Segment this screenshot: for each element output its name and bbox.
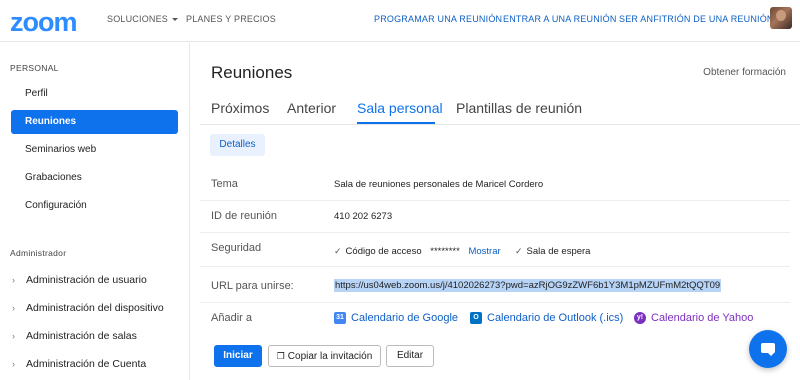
iniciar-button[interactable]: Iniciar — [214, 345, 262, 367]
mostrar-link[interactable]: Mostrar — [468, 246, 500, 257]
join-url-text[interactable]: https://us04web.zoom.us/j/4102026273?pwd… — [334, 279, 722, 292]
sidebar-item-admin-dispositivo[interactable]: › Administración del dispositivo — [12, 302, 164, 314]
yahoo-icon: y! — [634, 312, 646, 324]
top-navigation-bar: zoom SOLUCIONES PLANES Y PRECIOS PROGRAM… — [0, 0, 800, 42]
sidebar-item-seminarios-web[interactable]: Seminarios web — [11, 138, 178, 162]
sidebar-item-grabaciones[interactable]: Grabaciones — [11, 166, 178, 190]
outlook-icon: O — [470, 312, 482, 324]
obtener-formacion-link[interactable]: Obtener formación — [703, 67, 786, 78]
check-icon: ✓ — [515, 246, 523, 256]
detalles-button[interactable]: Detalles — [210, 134, 265, 156]
check-icon: ✓ — [334, 246, 342, 256]
sidebar-item-label: Administración de salas — [26, 330, 137, 342]
nav-planes-precios[interactable]: PLANES Y PRECIOS — [186, 14, 276, 24]
sidebar-item-label: Administración del dispositivo — [26, 302, 164, 314]
chevron-right-icon: › — [12, 303, 15, 313]
url-label: URL para unirse: — [211, 280, 294, 292]
topic-label: Tema — [211, 178, 238, 190]
passcode-value: ******** — [430, 246, 460, 257]
row-divider — [200, 200, 790, 201]
nav-ser-anfitrion-label: SER ANFITRIÓN DE UNA REUNIÓN — [619, 14, 774, 24]
row-divider — [200, 266, 790, 267]
google-calendar-icon: 31 — [334, 312, 346, 324]
security-passcode: ✓ Código de acceso ******** Mostrar — [334, 246, 501, 257]
outlook-calendar-link[interactable]: O Calendario de Outlook (.ics) — [470, 312, 623, 324]
meeting-id-label: ID de reunión — [211, 210, 278, 222]
sidebar-item-configuracion[interactable]: Configuración — [11, 194, 178, 218]
join-url[interactable]: https://us04web.zoom.us/j/4102026273?pwd… — [334, 279, 722, 292]
nav-soluciones-label: SOLUCIONES — [107, 14, 169, 24]
sidebar-item-reuniones[interactable]: Reuniones — [11, 110, 178, 134]
nav-entrar-reunion[interactable]: ENTRAR A UNA REUNIÓN — [503, 14, 617, 24]
nav-soluciones[interactable]: SOLUCIONES — [107, 14, 179, 24]
topic-value: Sala de reuniones personales de Maricel … — [334, 179, 544, 190]
sidebar-item-admin-usuario[interactable]: › Administración de usuario — [12, 274, 147, 286]
sidebar-item-admin-salas[interactable]: › Administración de salas — [12, 330, 137, 342]
sidebar: PERSONAL Perfil Reuniones Seminarios web… — [0, 43, 190, 380]
tab-plantillas-reunion[interactable]: Plantillas de reunión — [456, 100, 582, 116]
row-divider — [200, 232, 790, 233]
tab-sala-personal[interactable]: Sala personal — [357, 100, 443, 116]
chevron-right-icon: › — [12, 275, 15, 285]
copy-icon: ❐ — [276, 351, 285, 361]
editar-button[interactable]: Editar — [386, 345, 434, 367]
tabs-divider — [200, 124, 800, 125]
nav-programar-reunion[interactable]: PROGRAMAR UNA REUNIÓN — [374, 14, 502, 24]
row-divider — [200, 302, 790, 303]
google-calendar-label: Calendario de Google — [351, 312, 459, 324]
page-title: Reuniones — [211, 63, 293, 82]
sidebar-section-personal: PERSONAL — [10, 63, 59, 73]
add-to-label: Añadir a — [211, 312, 252, 324]
tab-proximos[interactable]: Próximos — [211, 100, 269, 116]
copiar-invitacion-button[interactable]: ❐ Copiar la invitación — [268, 345, 381, 367]
sidebar-item-label: Administración de usuario — [26, 274, 147, 286]
google-calendar-link[interactable]: 31 Calendario de Google — [334, 312, 458, 324]
security-label: Seguridad — [211, 242, 262, 254]
chat-support-button[interactable] — [749, 330, 787, 368]
sidebar-item-label: Administración de Cuenta — [26, 358, 147, 370]
yahoo-calendar-label: Calendario de Yahoo — [651, 312, 754, 324]
chevron-down-icon — [172, 18, 179, 22]
waiting-room-label: Sala de espera — [526, 246, 591, 257]
chevron-right-icon: › — [12, 331, 15, 341]
security-waiting-room: ✓ Sala de espera — [515, 246, 590, 257]
zoom-logo[interactable]: zoom — [10, 7, 77, 38]
chevron-right-icon: › — [12, 359, 15, 369]
nav-ser-anfitrion[interactable]: SER ANFITRIÓN DE UNA REUNIÓN — [619, 14, 784, 24]
yahoo-calendar-link[interactable]: y! Calendario de Yahoo — [634, 312, 753, 324]
active-tab-indicator — [357, 122, 435, 124]
tab-anterior[interactable]: Anterior — [287, 100, 336, 116]
sidebar-item-perfil[interactable]: Perfil — [11, 82, 178, 106]
sidebar-section-administrador: Administrador — [10, 248, 67, 258]
meeting-id-value: 410 202 6273 — [334, 211, 393, 222]
copiar-invitacion-label: Copiar la invitación — [287, 351, 373, 362]
outlook-calendar-label: Calendario de Outlook (.ics) — [487, 312, 624, 324]
passcode-label: Código de acceso — [345, 246, 422, 257]
avatar[interactable] — [770, 7, 792, 29]
sidebar-item-admin-cuenta[interactable]: › Administración de Cuenta — [12, 358, 146, 370]
